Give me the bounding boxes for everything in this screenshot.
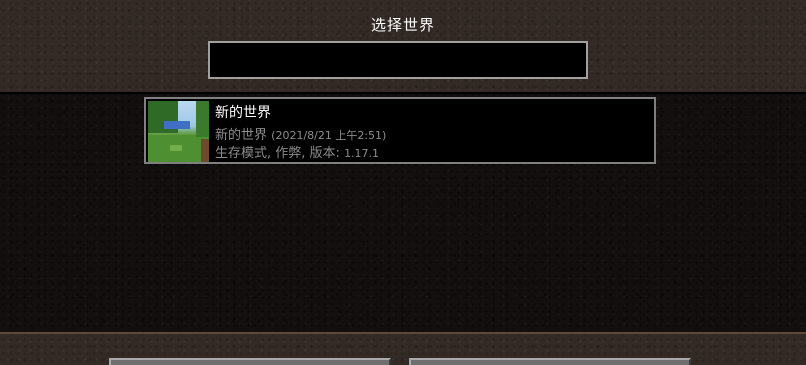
create-new-world-button[interactable]	[409, 358, 691, 365]
world-thumbnail-icon	[148, 101, 209, 162]
play-selected-world-button[interactable]	[109, 358, 391, 365]
world-name: 新的世界	[215, 105, 271, 121]
world-mode: 生存模式, 作弊, 版本:	[215, 146, 340, 161]
page-title: 选择世界	[370, 16, 435, 34]
world-details: 生存模式, 作弊, 版本: 1.17.1	[215, 142, 379, 161]
world-version: 1.17.1	[344, 147, 380, 160]
world-folder: 新的世界	[215, 128, 268, 143]
search-input[interactable]	[208, 41, 588, 79]
world-last-played: (2021/8/21 上午2:51)	[271, 129, 387, 142]
world-list-item[interactable]: 新的世界 新的世界 (2021/8/21 上午2:51) 生存模式, 作弊, 版…	[144, 97, 656, 164]
world-folder-date: 新的世界 (2021/8/21 上午2:51)	[215, 124, 386, 143]
select-world-screen: 选择世界 新的世界 新的世界 (2021/8/21 上午2:51) 生存模式, …	[0, 0, 806, 365]
